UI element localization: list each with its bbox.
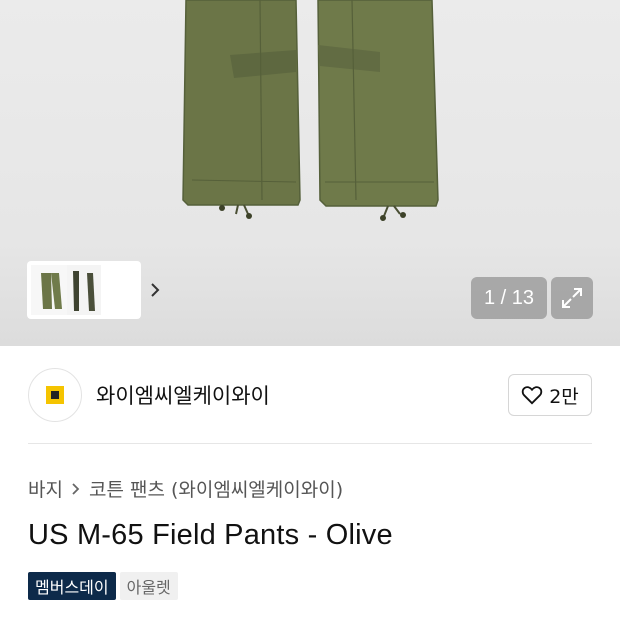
- heart-outline-icon: [521, 386, 543, 405]
- divider: [28, 443, 592, 444]
- chevron-right-icon: [72, 482, 80, 495]
- brand-logo[interactable]: [28, 368, 82, 422]
- breadcrumb: 바지 코튼 팬츠 (와이엠씨엘케이와이): [28, 475, 343, 502]
- expand-icon: [562, 288, 582, 308]
- breadcrumb-item-pants[interactable]: 바지: [28, 475, 63, 502]
- badge-list: 멤버스데이 아울렛: [28, 572, 178, 600]
- brand-logo-mark: [46, 386, 64, 404]
- thumbnail-image[interactable]: [31, 265, 101, 315]
- breadcrumb-item-cotton-pants[interactable]: 코튼 팬츠 (와이엠씨엘케이와이): [89, 475, 343, 502]
- product-title: US M-65 Field Pants - Olive: [28, 519, 393, 551]
- thumbnail-strip[interactable]: [27, 261, 160, 319]
- image-counter: 1 / 13: [471, 277, 547, 319]
- chevron-right-icon: [151, 283, 160, 297]
- product-image-gallery[interactable]: 1 / 13: [0, 0, 620, 346]
- like-button[interactable]: 2만: [508, 374, 592, 416]
- thumbnail-next-button[interactable]: [143, 261, 167, 319]
- brand-row: 와이엠씨엘케이와이 2만: [28, 366, 592, 422]
- expand-button[interactable]: [551, 277, 593, 319]
- like-count: 2만: [549, 385, 579, 408]
- badge-members-day: 멤버스데이: [28, 572, 116, 600]
- brand-name[interactable]: 와이엠씨엘케이와이: [96, 380, 270, 410]
- badge-outlet: 아울렛: [119, 572, 178, 600]
- thumbnail-pants-image: [31, 265, 95, 315]
